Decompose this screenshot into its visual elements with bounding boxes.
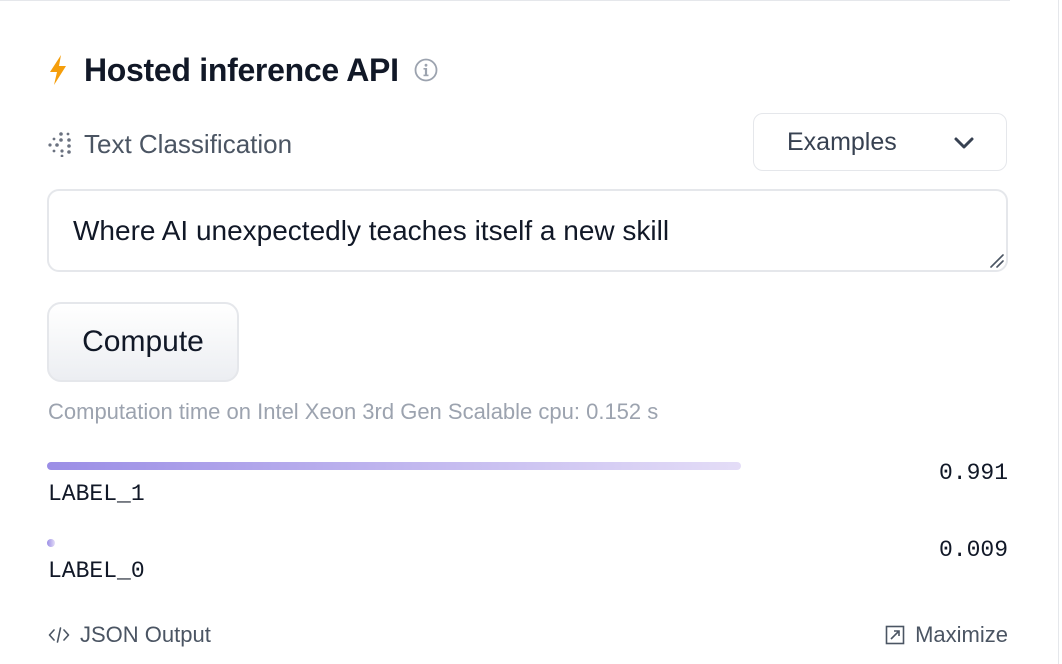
json-output-button[interactable]: JSON Output (48, 622, 211, 648)
chevron-down-icon (954, 137, 974, 149)
task-type: Text Classification (48, 126, 292, 162)
examples-dropdown[interactable]: Examples (753, 113, 1007, 171)
text-input[interactable]: Where AI unexpectedly teaches itself a n… (47, 189, 1008, 272)
score-bar (47, 462, 747, 470)
right-divider (1058, 0, 1059, 664)
result-label: LABEL_1 (48, 481, 145, 507)
result-label: LABEL_0 (48, 558, 145, 584)
score-bar-fill (47, 462, 741, 470)
lightning-bolt-icon (50, 55, 66, 85)
widget-title: Hosted inference API (84, 51, 399, 88)
code-brackets-icon (48, 627, 70, 643)
score-bar-fill (47, 539, 55, 547)
widget-header: Hosted inference API (48, 48, 438, 92)
resize-handle-icon[interactable] (988, 252, 1004, 268)
examples-label: Examples (787, 127, 897, 156)
maximize-label: Maximize (915, 622, 1008, 647)
json-output-label: JSON Output (80, 622, 211, 647)
compute-button[interactable]: Compute (47, 302, 239, 382)
inference-widget: Hosted inference API Text Classification… (0, 0, 1062, 664)
computation-time: Computation time on Intel Xeon 3rd Gen S… (48, 399, 659, 424)
result-score: 0.991 (938, 460, 1008, 486)
top-divider (0, 0, 1010, 1)
score-bar (47, 539, 747, 547)
task-label: Text Classification (84, 128, 293, 159)
maximize-icon (885, 625, 905, 645)
result-score: 0.009 (938, 537, 1008, 563)
text-input-value: Where AI unexpectedly teaches itself a n… (73, 215, 670, 246)
info-icon[interactable] (414, 58, 438, 82)
maximize-button[interactable]: Maximize (885, 622, 1008, 648)
dotted-grid-icon (48, 132, 71, 157)
